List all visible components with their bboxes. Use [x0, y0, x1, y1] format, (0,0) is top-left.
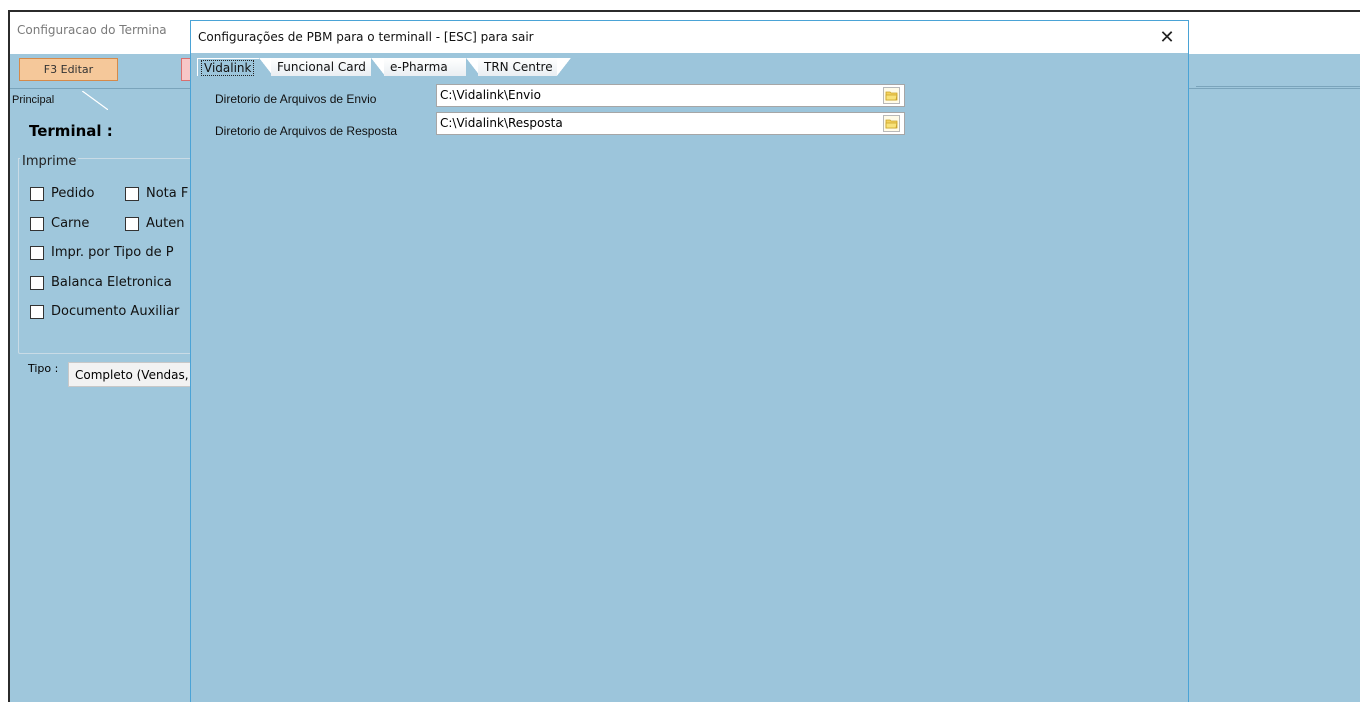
pbm-tabstrip: Vidalink Funcional Card e-Pharma TRN Cen…: [191, 54, 1188, 76]
checkbox-autent[interactable]: Auten: [125, 216, 184, 231]
resposta-label: Diretorio de Arquivos de Resposta: [215, 124, 398, 138]
checkbox-icon[interactable]: [30, 186, 44, 201]
outer-window-title: Configuracao do Termina: [17, 23, 167, 37]
checkbox-documento[interactable]: Documento Auxiliar: [30, 304, 179, 319]
checkbox-icon[interactable]: [30, 245, 44, 260]
checkbox-autent-label: Auten: [146, 216, 185, 231]
checkbox-balanca[interactable]: Balanca Eletronica: [30, 275, 172, 290]
checkbox-icon[interactable]: [125, 216, 139, 231]
checkbox-nota[interactable]: Nota F: [125, 186, 188, 201]
checkbox-icon[interactable]: [30, 275, 44, 290]
checkbox-impr-tipo-label: Impr. por Tipo de P: [51, 245, 174, 260]
checkbox-impr-tipo[interactable]: Impr. por Tipo de P: [30, 245, 174, 260]
imprime-group-title: Imprime: [20, 154, 79, 169]
toolbar-divider: [1196, 86, 1360, 87]
checkbox-pedido-label: Pedido: [51, 186, 95, 201]
checkbox-documento-label: Documento Auxiliar: [51, 304, 180, 319]
checkbox-icon[interactable]: [30, 216, 44, 231]
close-icon[interactable]: ✕: [1152, 23, 1182, 51]
checkbox-balanca-label: Balanca Eletronica: [51, 275, 172, 290]
tab-e-pharma[interactable]: e-Pharma: [384, 58, 468, 76]
tipo-select[interactable]: Completo (Vendas,: [68, 362, 198, 387]
tipo-label: Tipo :: [28, 362, 59, 375]
edit-button[interactable]: F3 Editar: [19, 58, 118, 81]
terminal-label: Terminal :: [29, 122, 113, 140]
checkbox-nota-label: Nota F: [146, 186, 189, 201]
folder-icon[interactable]: [883, 87, 900, 104]
tab-edge: [371, 58, 385, 76]
folder-icon[interactable]: [883, 115, 900, 132]
tab-funcional-card[interactable]: Funcional Card: [271, 58, 373, 76]
tab-edge: [557, 58, 571, 76]
envio-path-input[interactable]: C:\Vidalink\Envio: [436, 84, 905, 107]
dialog-title: Configurações de PBM para o terminall - …: [198, 30, 534, 44]
tab-trn-centre[interactable]: TRN Centre: [478, 58, 558, 76]
dialog-titlebar[interactable]: Configurações de PBM para o terminall - …: [191, 21, 1188, 53]
checkbox-icon[interactable]: [30, 304, 44, 319]
checkbox-icon[interactable]: [125, 186, 139, 201]
tab-vidalink[interactable]: Vidalink: [197, 58, 261, 76]
envio-label: Diretorio de Arquivos de Envio: [215, 92, 377, 106]
pbm-config-dialog: Configurações de PBM para o terminall - …: [190, 20, 1189, 702]
checkbox-carne[interactable]: Carne: [30, 216, 89, 231]
checkbox-pedido[interactable]: Pedido: [30, 186, 94, 201]
tab-principal-edge: [82, 91, 108, 110]
tab-vidalink-label: Vidalink: [201, 60, 255, 76]
resposta-path-input[interactable]: C:\Vidalink\Resposta: [436, 112, 905, 135]
checkbox-carne-label: Carne: [51, 216, 90, 231]
